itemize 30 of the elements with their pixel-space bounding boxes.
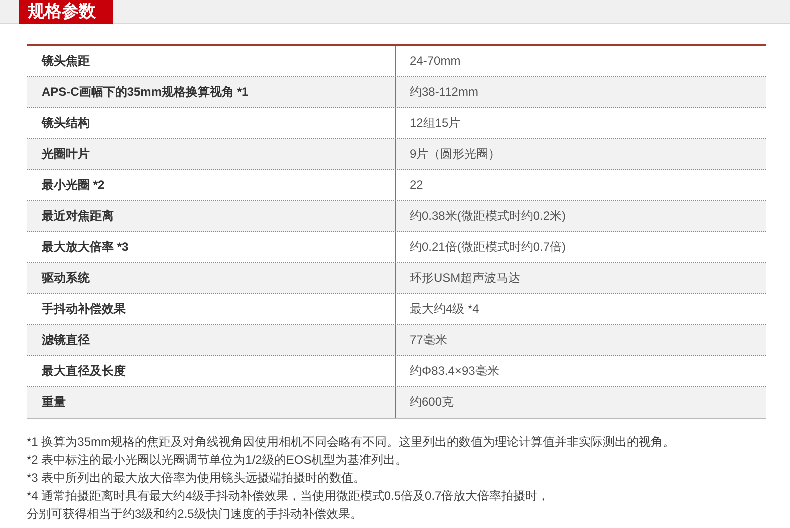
spec-value: 12组15片 xyxy=(409,115,462,132)
spec-value: 环形USM超声波马达 xyxy=(409,270,522,287)
spec-value: 约0.38米(微距模式时约0.2米) xyxy=(409,208,568,225)
spec-value: 约600克 xyxy=(409,394,456,411)
spec-value: 77毫米 xyxy=(409,332,448,349)
spec-name: 滤镜直径 xyxy=(27,325,396,355)
spec-name: 最大直径及长度 xyxy=(27,356,396,386)
spec-value: 24-70mm xyxy=(409,53,462,70)
spec-value: 约0.21倍(微距模式时约0.7倍) xyxy=(409,239,568,256)
spec-value: 约Φ83.4×93毫米 xyxy=(409,363,500,380)
footnote: *2 表中标注的最小光圈以光圈调节单位为1/2级的EOS机型为基准列出。 xyxy=(27,452,408,469)
spec-name: 镜头焦距 xyxy=(27,46,396,76)
spec-name: 驱动系统 xyxy=(27,263,396,293)
footnote: *3 表中所列出的最大放大倍率为使用镜头远摄端拍摄时的数值。 xyxy=(27,470,366,487)
spec-name: 镜头结构 xyxy=(27,108,396,138)
spec-name: 光圈叶片 xyxy=(27,139,396,169)
spec-name: 重量 xyxy=(27,387,396,418)
spec-name: APS-C画幅下的35mm规格换算视角 *1 xyxy=(27,77,396,107)
spec-name: 最近对焦距离 xyxy=(27,201,396,231)
spec-value: 约38-112mm xyxy=(409,84,480,101)
spec-name: 手抖动补偿效果 xyxy=(27,294,396,324)
footnote: *4 通常拍摄距离时具有最大约4级手抖动补偿效果，当使用微距模式0.5倍及0.7倍放大倍率拍摄时， xyxy=(27,488,550,505)
footnote: *1 换算为35mm规格的焦距及对角线视角因使用相机不同会略有不同。这里列出的数值为理论计算值并非实际测出的视角。 xyxy=(27,434,676,451)
spec-value: 9片（圆形光圈） xyxy=(409,146,502,163)
spec-name: 最大放大倍率 *3 xyxy=(27,232,396,262)
spec-name: 最小光圈 *2 xyxy=(27,170,396,200)
spec-value: 22 xyxy=(409,177,424,194)
spec-value: 最大约4级 *4 xyxy=(409,301,480,318)
footnote: 分别可获得相当于约3级和约2.5级快门速度的手抖动补偿效果。 xyxy=(27,506,362,523)
section-title: 规格参数 xyxy=(19,0,113,24)
